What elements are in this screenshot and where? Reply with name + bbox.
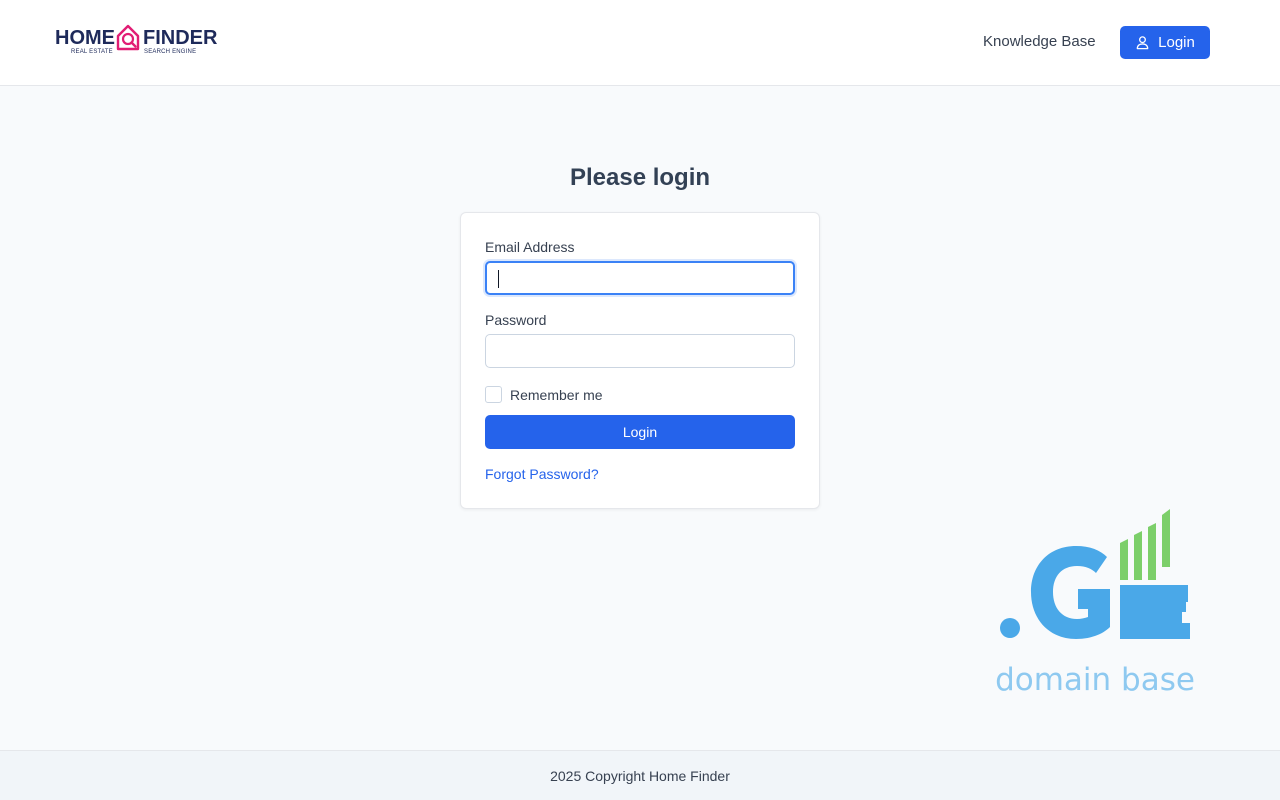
domain-base-logo[interactable]: domain base bbox=[990, 505, 1200, 700]
copyright-text: 2025 Copyright Home Finder bbox=[550, 767, 730, 784]
domain-base-caption: domain base bbox=[995, 662, 1195, 698]
page-title: Please login bbox=[569, 164, 711, 191]
remember-me-checkbox[interactable] bbox=[485, 386, 502, 403]
logo-subtitle-right: SEARCH ENGINE bbox=[144, 49, 197, 55]
letter-g-shape bbox=[1031, 546, 1110, 639]
remember-me-label[interactable]: Remember me bbox=[510, 387, 603, 403]
email-input[interactable] bbox=[485, 261, 795, 295]
header-login-button[interactable]: Login bbox=[1120, 26, 1210, 59]
email-label: Email Address bbox=[485, 239, 575, 255]
password-input[interactable] bbox=[485, 334, 795, 368]
growth-bars-icon bbox=[1120, 509, 1170, 580]
header-login-label: Login bbox=[1158, 34, 1195, 51]
login-card: Email Address Password Remember me Login… bbox=[460, 212, 820, 509]
home-finder-logo[interactable]: HOME FINDER REAL ESTATE SEARCH ENGINE bbox=[55, 22, 225, 62]
logo-word-finder: FINDER bbox=[143, 27, 218, 49]
dot-icon bbox=[1000, 618, 1020, 638]
logo-subtitle-left: REAL ESTATE bbox=[71, 49, 113, 55]
password-label: Password bbox=[485, 312, 547, 328]
site-footer: 2025 Copyright Home Finder bbox=[0, 750, 1280, 800]
user-icon bbox=[1136, 36, 1149, 50]
logo-word-home: HOME bbox=[55, 27, 115, 49]
text-cursor bbox=[498, 270, 499, 288]
house-search-icon bbox=[116, 24, 140, 51]
forgot-password-link[interactable]: Forgot Password? bbox=[485, 466, 599, 482]
login-submit-button[interactable]: Login bbox=[485, 415, 795, 449]
knowledge-base-link[interactable]: Knowledge Base bbox=[983, 33, 1096, 50]
site-header: HOME FINDER REAL ESTATE SEARCH ENGINE Kn… bbox=[0, 0, 1280, 86]
